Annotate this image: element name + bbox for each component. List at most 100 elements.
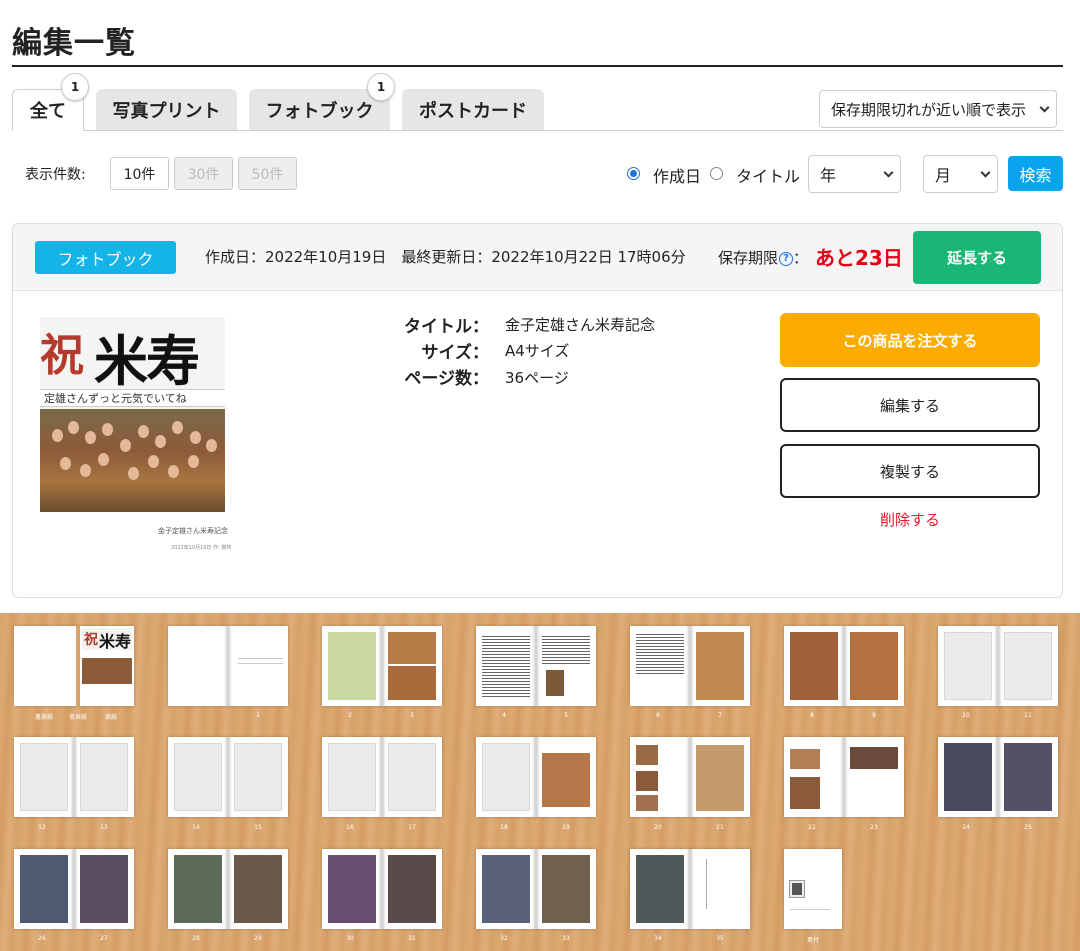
chevron-down-icon [883, 167, 894, 178]
product-type-badge: フォトブック [35, 241, 176, 274]
chevron-down-icon [980, 167, 991, 178]
cover-kanji-beiju: 米寿 [94, 329, 200, 393]
page-number: 13 [100, 824, 108, 831]
sort-select[interactable]: 保存期限切れが近い順で表示 [819, 90, 1057, 128]
page-number: 23 [870, 824, 878, 831]
year-select-value: 年 [820, 166, 837, 185]
search-button[interactable]: 検索 [1008, 156, 1063, 191]
spread-16-17[interactable] [322, 737, 442, 817]
spread-4-5[interactable] [476, 626, 596, 706]
size-value: A4サイズ [505, 342, 570, 360]
extend-button[interactable]: 延長する [913, 231, 1041, 284]
spread-8-9[interactable] [784, 626, 904, 706]
pages-value: 36ページ [505, 369, 569, 387]
expire-label: 保存期限?： [718, 247, 808, 268]
spread-12-13[interactable] [14, 737, 134, 817]
item-card-header: フォトブック 作成日：2022年10月19日 最終更新日：2022年10月22日… [13, 224, 1062, 291]
sort-selected-value: 保存期限切れが近い順で表示 [831, 100, 1027, 119]
month-select[interactable]: 月 [923, 155, 998, 193]
radio-created-date-label[interactable]: 作成日 [653, 163, 701, 187]
order-button[interactable]: この商品を注文する [780, 313, 1040, 367]
pages-key: ページ数： [404, 369, 489, 389]
page-number: 7 [718, 712, 722, 719]
spread-28-29[interactable] [168, 849, 288, 929]
spread-26-27[interactable] [14, 849, 134, 929]
spread-2-3[interactable] [322, 626, 442, 706]
count-50-button[interactable]: 50件 [238, 157, 297, 190]
cover-banner: 定雄さんずっと元気でいてね [40, 389, 225, 407]
page-number: 28 [192, 935, 200, 942]
page-number: 30 [346, 935, 354, 942]
tab-label: フォトブック [265, 100, 374, 122]
page-number: 33 [562, 935, 570, 942]
duplicate-button[interactable]: 複製する [780, 444, 1040, 498]
page-number: 35 [716, 935, 724, 942]
edit-button[interactable]: 編集する [780, 378, 1040, 432]
page-number: 表紙 [104, 714, 117, 721]
title-key: タイトル： [404, 317, 489, 337]
page-number: 8 [810, 712, 814, 719]
tab-all-count-badge: 1 [61, 73, 89, 101]
spread-34-35[interactable] [630, 849, 750, 929]
cover-kanji-celebrate: 祝 [40, 330, 84, 381]
title-value: 金子定雄さん米寿記念 [505, 316, 656, 334]
tab-photo-print[interactable]: 写真プリント [96, 89, 237, 130]
spread-18-19[interactable] [476, 737, 596, 817]
expire-separator: ： [793, 249, 809, 267]
chevron-down-icon [1039, 102, 1050, 113]
tab-postcard[interactable]: ポストカード [402, 89, 544, 130]
spread-20-21[interactable] [630, 737, 750, 817]
page-number: 19 [562, 824, 570, 831]
page-number: 27 [100, 935, 108, 942]
delete-link[interactable]: 削除する [780, 509, 1040, 530]
cover-caption: 金子定雄さん米寿記念 [158, 527, 228, 535]
page-number: 1 [256, 712, 260, 719]
radio-created-date[interactable] [627, 167, 640, 180]
expire-value: あと23日 [815, 246, 903, 270]
page-number: 奥付 [806, 937, 819, 944]
year-select[interactable]: 年 [808, 155, 901, 193]
page-number: 20 [654, 824, 662, 831]
page-preview-area: 祝 米寿 裏表紙 背表紙 表紙 1 2 3 4 5 6 7 8 9 10 11 … [0, 613, 1080, 951]
page-number: 16 [346, 824, 354, 831]
spread-32-33[interactable] [476, 849, 596, 929]
tab-photobook-count-badge: 1 [367, 73, 395, 101]
page-number: 21 [716, 824, 724, 831]
item-dates: 作成日：2022年10月19日 最終更新日：2022年10月22日 17時06分 [205, 248, 686, 266]
page-number: 15 [254, 824, 262, 831]
count-10-button[interactable]: 10件 [110, 157, 169, 190]
spread-cover[interactable]: 祝 米寿 [14, 626, 134, 706]
spread-22-23[interactable] [784, 737, 904, 817]
cover-group-photo [40, 409, 225, 512]
item-card: フォトブック 作成日：2022年10月19日 最終更新日：2022年10月22日… [12, 223, 1063, 598]
spread-24-25[interactable] [938, 737, 1058, 817]
cover-thumbnail[interactable]: 祝 米寿 定雄さんずっと元気でいてね [40, 317, 225, 512]
spread-1[interactable] [168, 626, 288, 706]
spread-10-11[interactable] [938, 626, 1058, 706]
page-number: 11 [1024, 712, 1032, 719]
page-title: 編集一覧 [12, 26, 136, 61]
page-number: 6 [656, 712, 660, 719]
page-number: 12 [38, 824, 46, 831]
tab-label: 全て [30, 101, 66, 122]
page-number: 25 [1024, 824, 1032, 831]
title-divider [12, 65, 1063, 67]
page-number: 29 [254, 935, 262, 942]
page-number: 31 [408, 935, 416, 942]
spread-30-31[interactable] [322, 849, 442, 929]
spread-colophon[interactable] [784, 849, 842, 929]
size-key: サイズ： [421, 343, 490, 363]
tab-label: 写真プリント [112, 100, 221, 122]
page-number: 17 [408, 824, 416, 831]
tab-label: ポストカード [419, 100, 527, 122]
page-number: 10 [962, 712, 970, 719]
radio-title[interactable] [710, 167, 723, 180]
help-icon[interactable]: ? [779, 251, 794, 266]
spread-14-15[interactable] [168, 737, 288, 817]
radio-title-label[interactable]: タイトル [736, 163, 800, 187]
page-number: 3 [410, 712, 414, 719]
cover-subcaption: 2022年10月19日 作: 樹林 [171, 545, 232, 551]
page-number: 18 [500, 824, 508, 831]
spread-6-7[interactable] [630, 626, 750, 706]
count-30-button[interactable]: 30件 [174, 157, 233, 190]
